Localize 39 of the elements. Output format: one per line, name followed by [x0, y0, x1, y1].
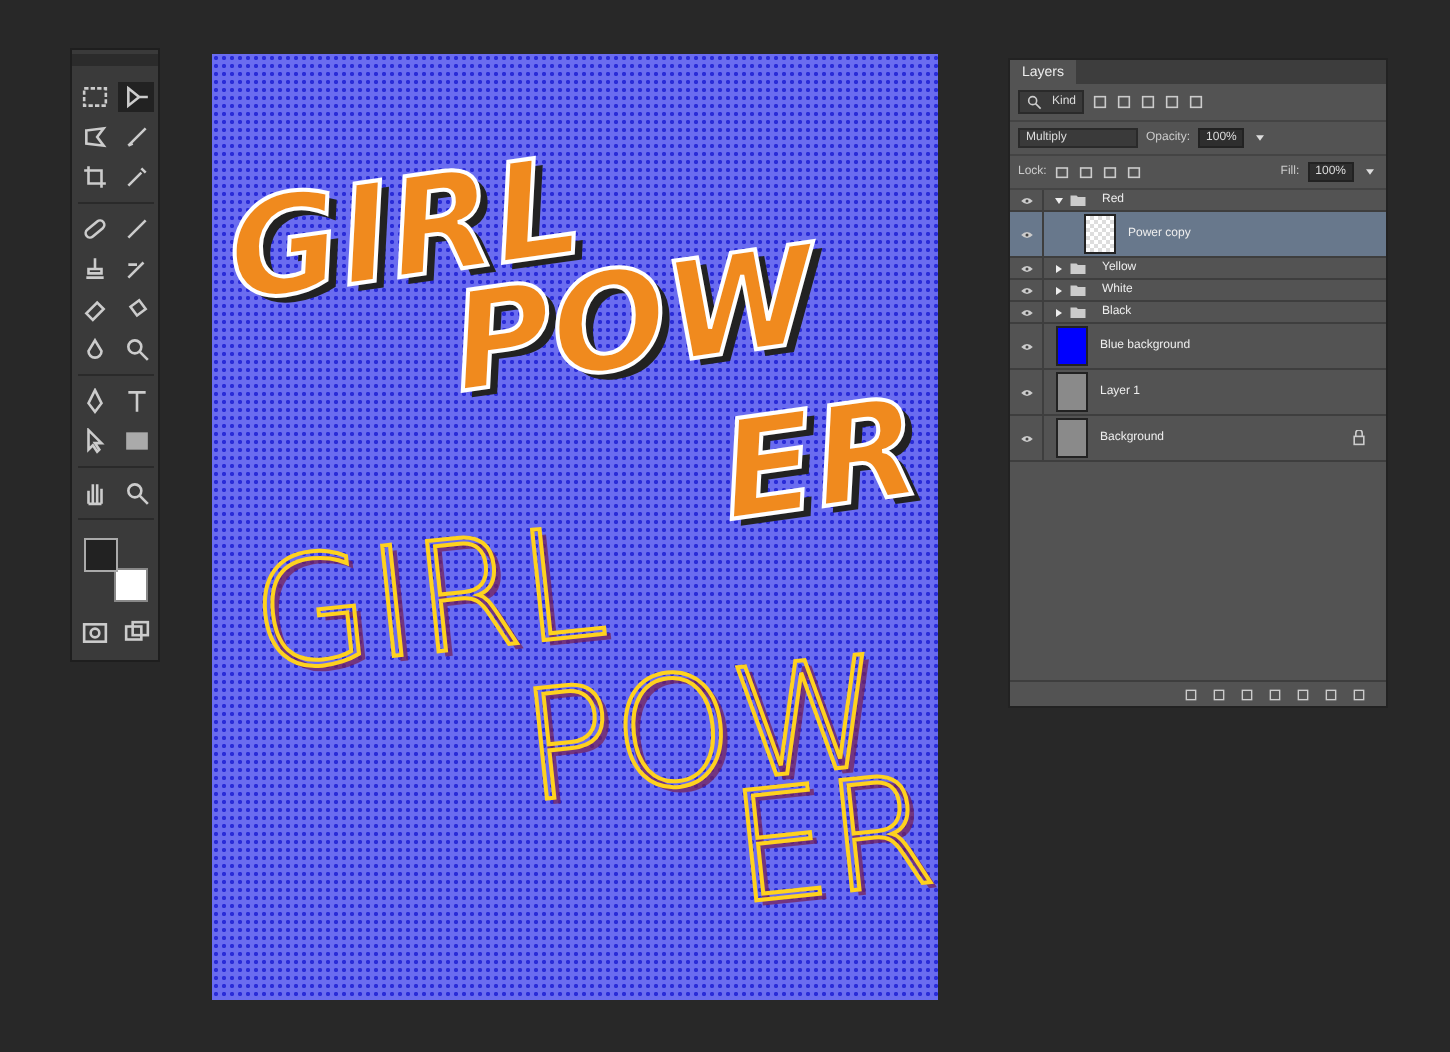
hand-icon[interactable] — [81, 480, 107, 506]
eye-icon[interactable] — [1019, 263, 1033, 273]
eraser-icon[interactable] — [81, 296, 107, 322]
artwork-text: ER — [713, 380, 929, 544]
quick-mask-icon[interactable] — [81, 620, 107, 646]
dropdown-arrow-icon[interactable] — [1252, 130, 1269, 146]
drop-icon[interactable] — [81, 336, 107, 362]
marquee-icon[interactable] — [81, 84, 107, 110]
brush-icon[interactable] — [123, 124, 149, 150]
eyedropper-icon[interactable] — [123, 164, 149, 190]
background-color-swatch[interactable] — [113, 568, 147, 602]
move-icon[interactable] — [123, 84, 149, 110]
toolbar-header — [72, 54, 158, 66]
collapsed-triangle-icon[interactable] — [1054, 285, 1064, 295]
dropdown-arrow-icon[interactable] — [1362, 164, 1378, 180]
eye-icon[interactable] — [1019, 307, 1033, 317]
history-brush-icon[interactable] — [123, 256, 149, 282]
magnifier-icon[interactable] — [123, 336, 149, 362]
crop-icon[interactable] — [81, 164, 107, 190]
eye-icon[interactable] — [1019, 229, 1033, 239]
type-icon[interactable] — [123, 388, 149, 414]
search-icon — [1026, 94, 1042, 110]
brush-icon[interactable] — [123, 216, 149, 242]
collapsed-triangle-icon[interactable] — [1054, 307, 1064, 317]
bandage-icon[interactable] — [81, 216, 107, 242]
foreground-color-swatch[interactable] — [83, 538, 117, 572]
eye-icon[interactable] — [1019, 195, 1033, 205]
expanded-triangle-icon[interactable] — [1054, 195, 1064, 205]
eye-icon[interactable] — [1019, 341, 1033, 351]
lasso-icon[interactable] — [81, 124, 107, 150]
rectangle-icon[interactable] — [123, 428, 149, 454]
eye-icon[interactable] — [1019, 387, 1033, 397]
stamp-icon[interactable] — [81, 256, 107, 282]
arrow-cursor-icon[interactable] — [81, 428, 107, 454]
eye-icon[interactable] — [1019, 285, 1033, 295]
screen-mode-icon[interactable] — [123, 620, 149, 646]
zoom-icon[interactable] — [123, 480, 149, 506]
collapsed-triangle-icon[interactable] — [1054, 263, 1064, 273]
eye-icon[interactable] — [1019, 433, 1033, 443]
